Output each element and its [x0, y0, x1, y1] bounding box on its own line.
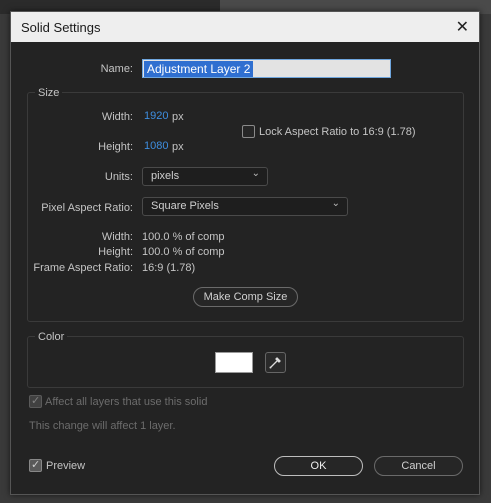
color-group-label: Color: [35, 331, 68, 343]
width-value[interactable]: 1920: [144, 110, 168, 122]
affect-all-layers-checkbox[interactable]: [29, 394, 42, 408]
close-icon[interactable]: ✕: [456, 17, 469, 37]
ok-button[interactable]: OK: [274, 456, 363, 476]
info-width-label: Width:: [101, 231, 133, 243]
lock-aspect-label: Lock Aspect Ratio to 16:9 (1.78): [259, 126, 416, 138]
affect-note: This change will affect 1 layer.: [29, 420, 176, 432]
affect-all-layers-label: Affect all layers that use this solid: [45, 396, 208, 408]
info-width-value: 100.0 % of comp: [142, 231, 225, 243]
dialog-title: Solid Settings: [21, 20, 101, 35]
units-select[interactable]: pixels ⌄: [142, 167, 268, 186]
info-frame-aspect-value: 16:9 (1.78): [142, 262, 196, 274]
eyedropper-icon[interactable]: [265, 352, 286, 373]
height-value[interactable]: 1080: [144, 140, 168, 152]
name-input[interactable]: Adjustment Layer 2: [142, 59, 391, 78]
lock-aspect-checkbox[interactable]: [242, 125, 255, 138]
units-select-value: pixels: [151, 170, 180, 182]
info-frame-aspect-label: Frame Aspect Ratio:: [33, 262, 133, 274]
chevron-down-icon: ⌄: [331, 198, 340, 209]
height-label: Height:: [98, 141, 133, 153]
name-input-value: Adjustment Layer 2: [144, 61, 254, 77]
chevron-down-icon: ⌄: [251, 168, 260, 179]
pixel-aspect-ratio-value: Square Pixels: [151, 200, 219, 212]
info-height-label: Height:: [98, 246, 133, 258]
width-label: Width:: [101, 111, 133, 123]
preview-checkbox[interactable]: [29, 458, 42, 472]
pixel-aspect-ratio-select[interactable]: Square Pixels ⌄: [142, 197, 348, 216]
units-label: Units:: [104, 171, 133, 183]
solid-settings-dialog: Solid Settings ✕ Name: Adjustment Layer …: [10, 11, 480, 495]
cancel-button[interactable]: Cancel: [374, 456, 463, 476]
make-comp-size-button[interactable]: Make Comp Size: [193, 287, 298, 307]
name-label: Name:: [100, 63, 133, 75]
info-height-value: 100.0 % of comp: [142, 246, 225, 258]
size-group-label: Size: [35, 87, 63, 99]
color-swatch[interactable]: [215, 352, 253, 373]
width-unit: px: [172, 111, 184, 123]
preview-label: Preview: [46, 460, 86, 472]
height-unit: px: [172, 141, 184, 153]
pixel-aspect-ratio-label: Pixel Aspect Ratio:: [41, 202, 133, 214]
title-bar: Solid Settings ✕: [11, 12, 479, 42]
